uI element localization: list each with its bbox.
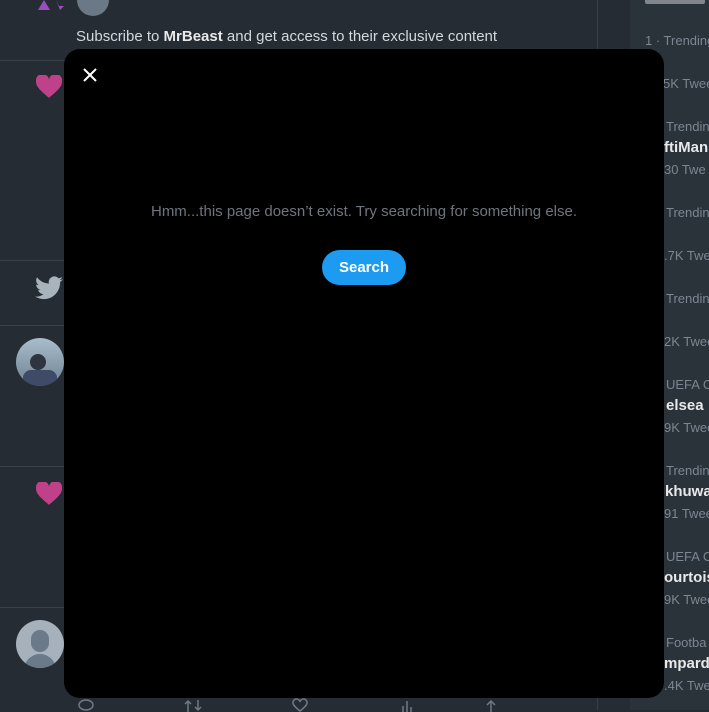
trend-name[interactable]: mpard xyxy=(664,655,709,672)
trend-context: Trending xyxy=(666,119,709,134)
avatar[interactable] xyxy=(16,620,64,668)
not-found-message: Hmm...this page doesn’t exist. Try searc… xyxy=(150,203,578,220)
trend-count: .7K Twe xyxy=(664,248,709,263)
close-icon[interactable] xyxy=(80,65,100,85)
trend-context: Trending xyxy=(666,205,709,220)
trend-name[interactable]: ftiMan xyxy=(664,139,708,156)
trend-count: 5K Tweets xyxy=(663,76,709,91)
trend-context: UEFA C xyxy=(666,549,709,564)
trend-count: 91 Twee xyxy=(664,506,709,521)
trend-context: 1 · Trending xyxy=(645,33,709,48)
trend-context: Trending xyxy=(666,463,709,478)
spaces-icon xyxy=(38,0,64,10)
heart-icon xyxy=(36,482,62,505)
trend-count: 9K Twee xyxy=(664,592,709,607)
trend-count: 2K Twee xyxy=(664,334,709,349)
trend-name[interactable]: khuwa xyxy=(665,483,709,500)
trend-name[interactable]: ourtois xyxy=(664,569,709,586)
subscribe-text: Subscribe to MrBeast and get access to t… xyxy=(76,28,497,45)
subscribe-suffix: and get access to their exclusive conten… xyxy=(222,28,498,45)
twitter-bird-icon xyxy=(35,276,63,300)
trend-context: Trending xyxy=(666,291,709,306)
sidebar-heading xyxy=(645,0,705,4)
avatar[interactable] xyxy=(16,338,64,386)
heart-icon xyxy=(36,75,62,98)
search-button[interactable]: Search xyxy=(322,250,406,285)
avatar[interactable] xyxy=(77,0,109,16)
trend-count: 30 Twe xyxy=(664,162,706,177)
not-found-modal: Hmm...this page doesn’t exist. Try searc… xyxy=(64,49,664,698)
trend-context: Footba xyxy=(666,635,707,650)
trend-name[interactable]: elsea xyxy=(666,397,704,414)
trend-count: .4K Twe xyxy=(664,678,709,693)
subscribe-name[interactable]: MrBeast xyxy=(164,28,223,45)
trend-context: UEFA C xyxy=(666,377,709,392)
subscribe-prefix: Subscribe to xyxy=(76,28,164,45)
trend-count: 9K Twee xyxy=(664,420,709,435)
